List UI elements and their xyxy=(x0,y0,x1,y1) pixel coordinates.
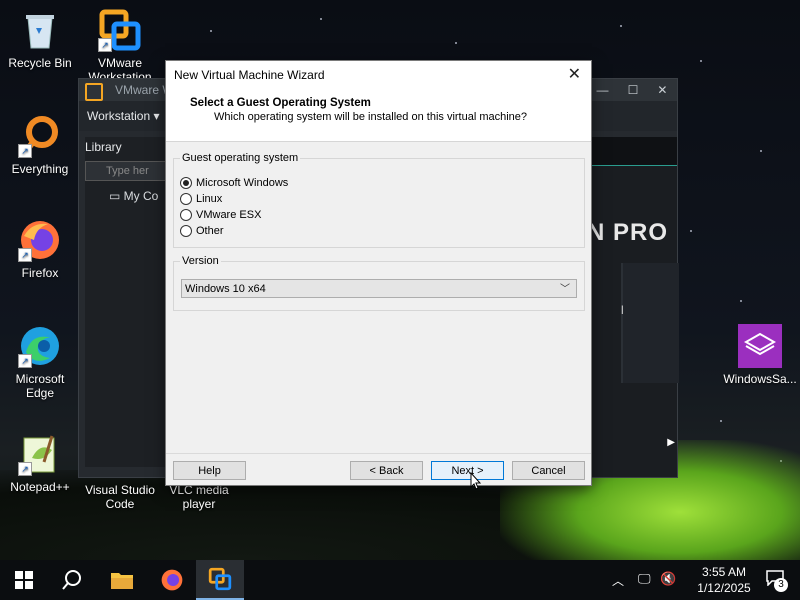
os-radio-vmware-esx[interactable]: VMware ESX xyxy=(180,207,584,223)
version-selected-value: Windows 10 x64 xyxy=(185,283,266,295)
desktop-icon-everything[interactable]: ↗ Everything xyxy=(2,114,78,176)
content-panel: l xyxy=(621,263,679,383)
vmware-content-area: N PRO l ▶ xyxy=(587,137,679,477)
desktop-icon-label: Firefox xyxy=(21,266,59,280)
desktop-icon-label: Visual Studio Code xyxy=(85,483,155,511)
start-button[interactable] xyxy=(0,560,48,600)
volume-muted-icon[interactable]: 🔇 xyxy=(660,571,676,587)
dropdown-arrow-icon[interactable]: ▾ xyxy=(153,109,159,123)
library-search-input[interactable]: Type her xyxy=(85,161,169,181)
shortcut-arrow-icon: ↗ xyxy=(18,248,32,262)
chevron-up-icon[interactable]: ︿ xyxy=(612,572,624,589)
desktop-icon-edge[interactable]: ↗ Microsoft Edge xyxy=(2,324,78,400)
dialog-title: New Virtual Machine Wizard xyxy=(174,68,325,82)
notification-button[interactable]: 3 xyxy=(766,570,788,592)
search-button[interactable] xyxy=(48,560,96,600)
sandbox-icon xyxy=(738,324,782,368)
vmware-icon: ↗ xyxy=(98,8,142,52)
desktop-icon-firefox[interactable]: ↗ Firefox xyxy=(2,218,78,280)
scroll-right-icon[interactable]: ▶ xyxy=(667,437,675,448)
desktop-icon-windowssandbox[interactable]: WindowsSa... xyxy=(722,324,798,386)
desktop-icon-notepadpp[interactable]: ↗ Notepad++ xyxy=(2,432,78,494)
help-button[interactable]: Help xyxy=(173,461,246,480)
desktop-icon-label: VLC media player xyxy=(169,483,229,511)
close-icon[interactable]: ✕ xyxy=(657,79,667,101)
vmware-logo-icon xyxy=(85,83,103,101)
os-radio-other[interactable]: Other xyxy=(180,223,584,239)
desktop-icon-label: Notepad++ xyxy=(10,480,70,494)
computer-icon: ▭ xyxy=(109,189,124,203)
dialog-titlebar[interactable]: New Virtual Machine Wizard ✕ xyxy=(166,61,591,89)
recycle-bin-icon xyxy=(18,8,62,52)
os-option-label: VMware ESX xyxy=(196,209,262,221)
everything-icon: ↗ xyxy=(18,114,62,158)
minimize-icon[interactable]: — xyxy=(597,79,609,101)
radio-selected-icon[interactable] xyxy=(180,177,192,189)
radio-unselected-icon[interactable] xyxy=(180,193,192,205)
desktop-icon-recycle-bin[interactable]: Recycle Bin xyxy=(2,8,78,70)
desktop-icon-vscode[interactable]: Visual Studio Code xyxy=(82,483,158,511)
desktop-icon-label: Recycle Bin xyxy=(8,56,72,70)
radio-unselected-icon[interactable] xyxy=(180,209,192,221)
guest-os-group-label: Guest operating system xyxy=(180,152,301,164)
windows-logo-icon xyxy=(15,571,33,589)
desktop-icon-label: WindowsSa... xyxy=(723,372,797,386)
shortcut-arrow-icon: ↗ xyxy=(18,354,32,368)
wizard-header: Select a Guest Operating System Which op… xyxy=(166,89,591,142)
version-group: Version Windows 10 x64 ﹀ xyxy=(173,255,585,311)
version-group-label: Version xyxy=(180,255,221,267)
next-button[interactable]: Next > xyxy=(431,461,504,480)
folder-icon xyxy=(111,573,133,589)
close-icon[interactable]: ✕ xyxy=(568,61,581,89)
clock-date: 1/12/2025 xyxy=(697,581,751,595)
search-icon xyxy=(62,570,81,590)
shortcut-arrow-icon: ↗ xyxy=(18,144,32,158)
taskbar: ︿ 🖵 🔇 3:55 AM 1/12/2025 3 xyxy=(0,560,800,600)
content-header-bar xyxy=(591,137,677,166)
maximize-icon[interactable]: ☐ xyxy=(628,79,639,101)
os-radio-microsoft-windows[interactable]: Microsoft Windows xyxy=(180,175,584,191)
os-option-label: Linux xyxy=(196,193,223,205)
wizard-subheading: Which operating system will be installed… xyxy=(214,111,528,123)
shortcut-arrow-icon: ↗ xyxy=(98,38,112,52)
notepadpp-icon: ↗ xyxy=(18,432,62,476)
taskbar-file-explorer[interactable] xyxy=(98,560,146,600)
button-separator xyxy=(166,453,591,454)
new-vm-wizard-dialog[interactable]: New Virtual Machine Wizard ✕ Select a Gu… xyxy=(165,60,592,486)
network-icon[interactable]: 🖵 xyxy=(638,571,651,587)
workstation-menu-button[interactable]: Workstation xyxy=(87,109,150,123)
cancel-button[interactable]: Cancel xyxy=(512,461,585,480)
back-button[interactable]: < Back xyxy=(350,461,423,480)
library-pane: Library Type her ▭ My Co xyxy=(85,137,169,467)
taskbar-firefox[interactable] xyxy=(148,560,196,600)
wizard-button-row: Help < Back Next > Cancel xyxy=(166,461,591,481)
mouse-cursor-icon xyxy=(470,472,482,490)
radio-unselected-icon[interactable] xyxy=(180,225,192,237)
desktop-icon-label: Everything xyxy=(11,162,69,176)
library-tree-item[interactable]: ▭ My Co xyxy=(85,189,169,203)
library-label: Library xyxy=(85,140,122,154)
desktop-icon-label: Microsoft Edge xyxy=(15,372,65,400)
version-select[interactable]: Windows 10 x64 ﹀ xyxy=(181,279,577,298)
notification-count-badge: 3 xyxy=(774,578,788,592)
os-radio-linux[interactable]: Linux xyxy=(180,191,584,207)
guest-os-group: Guest operating system Microsoft Windows… xyxy=(173,152,585,248)
firefox-icon: ↗ xyxy=(18,218,62,262)
banner-text: N PRO xyxy=(587,219,669,246)
desktop-icon-vlc[interactable]: VLC media player xyxy=(161,483,237,511)
wizard-heading: Select a Guest Operating System xyxy=(190,97,371,109)
shortcut-arrow-icon: ↗ xyxy=(18,462,32,476)
clock-time: 3:55 AM xyxy=(701,565,747,579)
firefox-icon xyxy=(161,569,183,591)
edge-icon: ↗ xyxy=(18,324,62,368)
desktop-icon-vmware[interactable]: ↗ VMware Workstation xyxy=(82,8,158,84)
panel-text: l xyxy=(621,303,624,317)
tree-item-label: My Co xyxy=(123,189,159,203)
os-option-label: Other xyxy=(196,225,224,237)
vmware-icon xyxy=(208,567,232,591)
chevron-down-icon[interactable]: ﹀ xyxy=(560,280,570,299)
clock[interactable]: 3:55 AM 1/12/2025 xyxy=(694,564,754,596)
taskbar-vmware[interactable] xyxy=(196,560,244,600)
os-option-label: Microsoft Windows xyxy=(196,177,289,189)
